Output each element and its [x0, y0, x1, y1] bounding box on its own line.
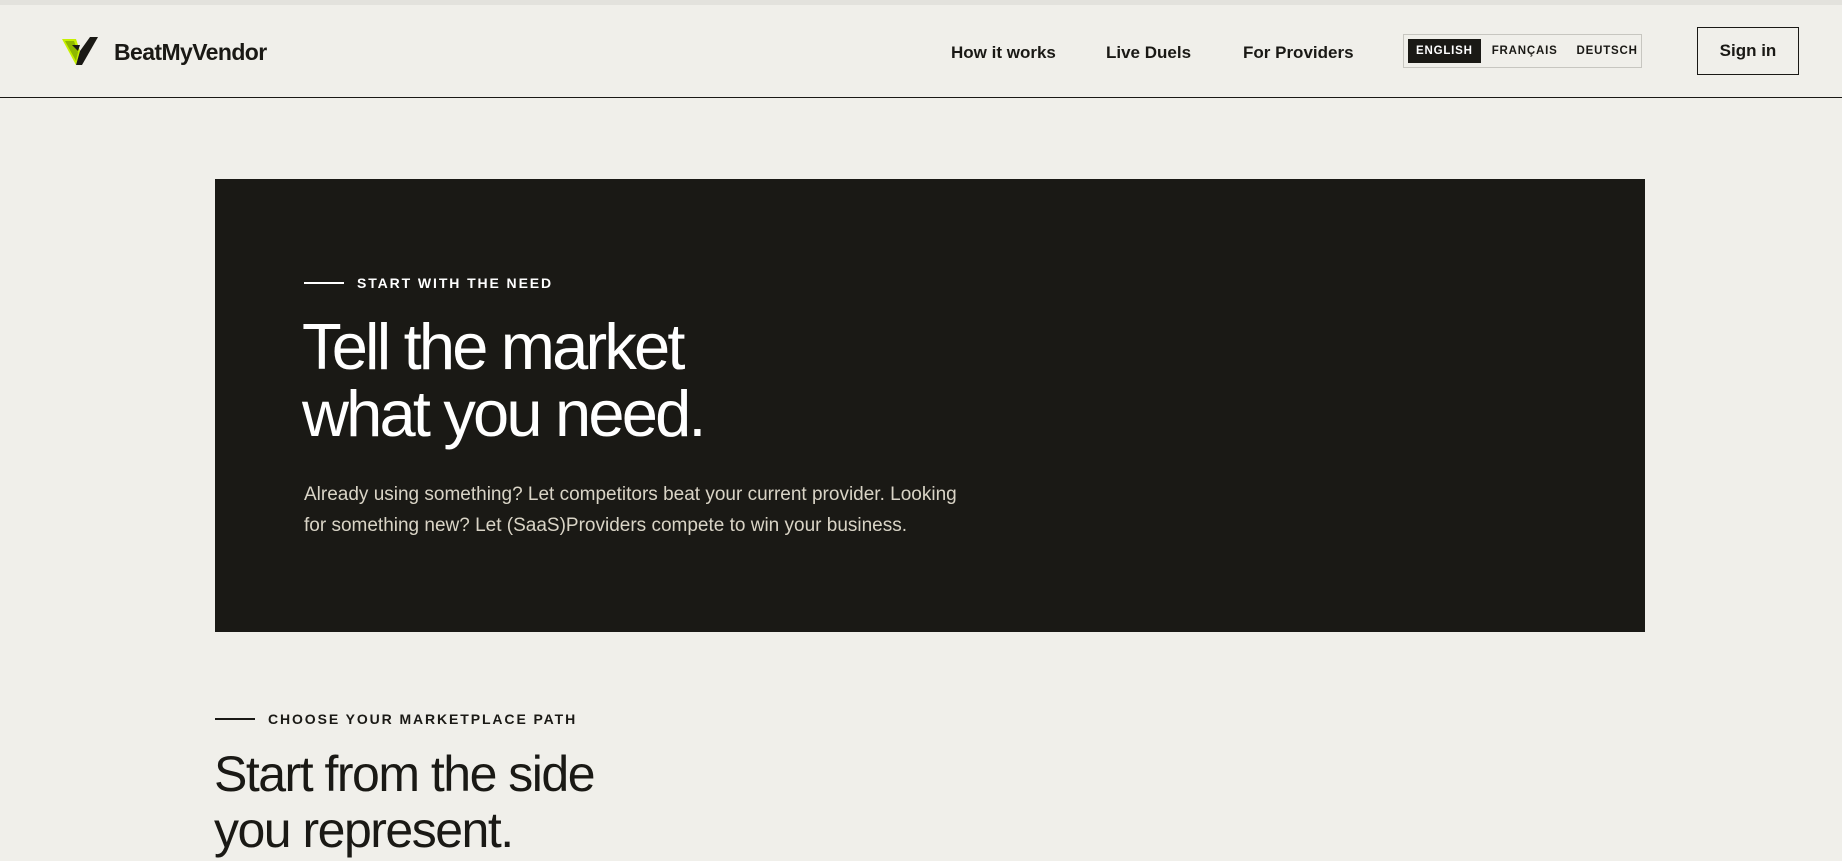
language-switcher: ENGLISH FRANÇAIS DEUTSCH	[1403, 34, 1642, 68]
v-check-logo-icon	[62, 37, 98, 65]
hero-title-line-2: what you need.	[302, 377, 706, 450]
hero-subtitle: Already using something? Let competitors…	[304, 479, 984, 541]
language-option-deutsch[interactable]: DEUTSCH	[1569, 39, 1646, 63]
marketplace-title-line-1: Start from the side	[214, 746, 596, 802]
hero-subtitle-line-1: Already using something? Let competitors…	[304, 484, 957, 505]
hero-title-line-1: Tell the market	[302, 310, 685, 383]
brand-name: BeatMyVendor	[114, 38, 267, 65]
hero-eyebrow-text: START WITH THE NEED	[357, 275, 554, 291]
eyebrow-rule	[215, 718, 255, 720]
site-header: BeatMyVendor How it works Live Duels For…	[0, 5, 1842, 98]
hero-subtitle-line-2: for something new? Let (SaaS)Providers c…	[304, 515, 908, 536]
sign-in-button[interactable]: Sign in	[1697, 27, 1799, 75]
hero-eyebrow: START WITH THE NEED	[304, 275, 553, 291]
hero-title: Tell the market what you need.	[302, 310, 706, 450]
marketplace-title: Start from the side you represent.	[214, 746, 596, 858]
eyebrow-rule	[304, 282, 344, 284]
language-option-english[interactable]: ENGLISH	[1408, 39, 1481, 63]
language-option-francais[interactable]: FRANÇAIS	[1484, 39, 1566, 63]
brand-logo-link[interactable]: BeatMyVendor	[62, 37, 267, 67]
hero-banner: START WITH THE NEED Tell the market what…	[215, 179, 1645, 632]
marketplace-eyebrow: CHOOSE YOUR MARKETPLACE PATH	[215, 711, 577, 727]
marketplace-eyebrow-text: CHOOSE YOUR MARKETPLACE PATH	[268, 711, 578, 727]
nav-live-duels[interactable]: Live Duels	[1106, 43, 1191, 63]
nav-how-it-works[interactable]: How it works	[951, 43, 1056, 63]
marketplace-title-line-2: you represent.	[214, 802, 514, 858]
nav-for-providers[interactable]: For Providers	[1243, 43, 1354, 63]
